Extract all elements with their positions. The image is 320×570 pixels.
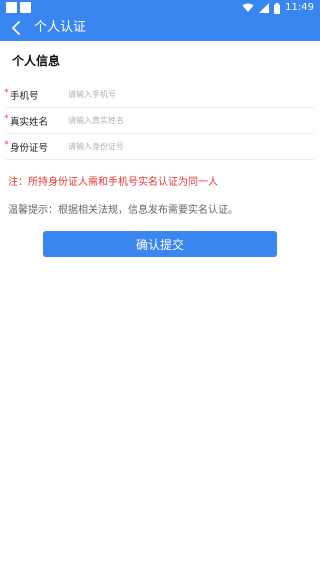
warning-note: 注：所持身份证人需和手机号实名认证为同一人 [8, 177, 218, 188]
notification-icon [20, 2, 31, 13]
real-name-input[interactable] [66, 112, 300, 129]
name-row: * 真实姓名 [0, 108, 320, 134]
clock: 11:49 [285, 2, 314, 13]
tip-text: 温馨提示：根据相关法规，信息发布需要实名认证。 [8, 205, 238, 216]
phone-label: 手机号 [10, 91, 39, 102]
required-mark: * [4, 88, 9, 98]
status-bar: 11:49 [0, 0, 320, 16]
app-bar: 个人认证 [0, 16, 320, 41]
back-arrow-icon[interactable] [8, 19, 26, 37]
wifi-icon [242, 3, 254, 12]
submit-button[interactable]: 确认提交 [43, 231, 277, 257]
name-label: 真实姓名 [10, 117, 49, 128]
phone-input[interactable] [66, 86, 300, 103]
required-mark: * [4, 140, 9, 150]
required-mark: * [4, 114, 9, 124]
id-number-label: 身份证号 [10, 143, 49, 154]
id-number-input[interactable] [66, 138, 300, 155]
section-title: 个人信息 [12, 54, 61, 68]
divider [6, 159, 314, 160]
id-row: * 身份证号 [0, 134, 320, 160]
notification-icon [6, 2, 17, 13]
page-title: 个人认证 [34, 20, 87, 35]
phone-row: * 手机号 [0, 82, 320, 108]
battery-icon [274, 2, 281, 14]
notification-icons [6, 2, 31, 13]
signal-icon [259, 3, 270, 13]
